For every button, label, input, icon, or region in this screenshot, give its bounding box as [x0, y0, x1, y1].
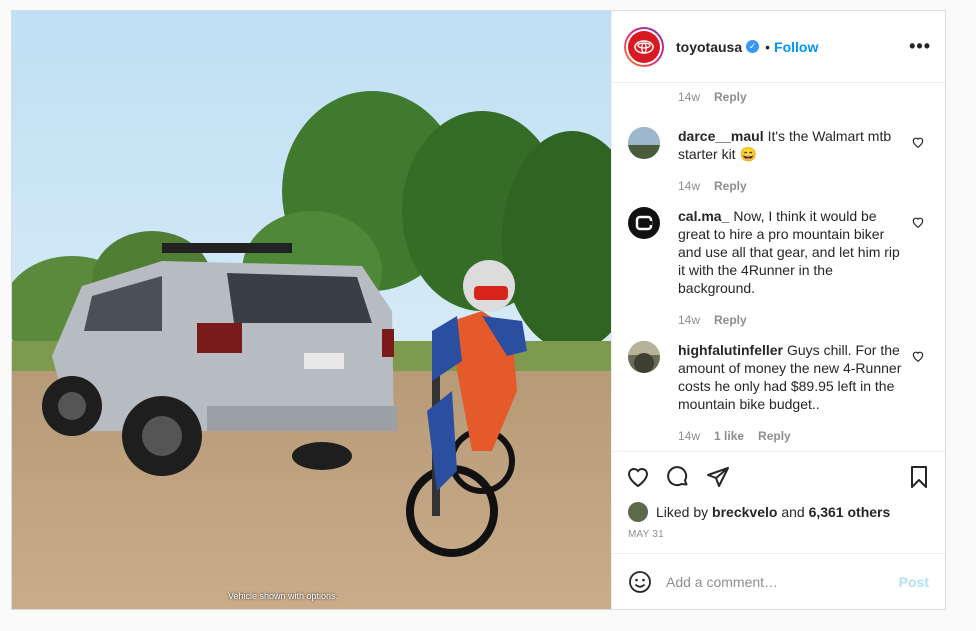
comment-username[interactable]: darce__maul: [678, 128, 764, 144]
likes-summary: Liked by breckvelo and 6,361 others: [612, 501, 945, 523]
comment-item: cal.ma_ Now, I think it would be great to…: [628, 207, 929, 297]
comment-meta: 14w Reply: [628, 83, 929, 127]
like-comment-icon[interactable]: [911, 135, 925, 149]
post-image[interactable]: Vehicle shown with options.: [12, 11, 611, 609]
profile-avatar[interactable]: [624, 26, 664, 67]
comment-meta: 14w Reply: [628, 163, 929, 207]
comment-item: highfalutinfeller Guys chill. For the amo…: [628, 341, 929, 413]
post-date: MAY 31: [628, 529, 664, 540]
like-comment-icon[interactable]: [911, 349, 925, 363]
liker-avatar[interactable]: [628, 502, 648, 522]
comment-username[interactable]: highfalutinfeller: [678, 342, 783, 358]
comments-list[interactable]: 14w Reply darce__maul It's the Walmart mt…: [612, 83, 945, 451]
post-username[interactable]: toyotausa: [676, 39, 742, 55]
comment-meta: 14w Reply: [628, 297, 929, 341]
save-bookmark-icon[interactable]: [907, 465, 931, 489]
post-header: toyotausa ✓ • Follow •••: [612, 11, 945, 83]
toyota-logo-icon: [628, 30, 660, 63]
post-sidebar: toyotausa ✓ • Follow ••• 14w Reply darce…: [611, 11, 945, 609]
commenter-avatar[interactable]: [628, 127, 660, 159]
liker-username[interactable]: breckvelo: [712, 504, 777, 520]
reply-button[interactable]: Reply: [714, 313, 747, 341]
emoji-smiley-icon[interactable]: [628, 570, 652, 594]
verified-badge-icon: ✓: [746, 40, 760, 53]
like-heart-icon[interactable]: [626, 465, 650, 489]
like-comment-icon[interactable]: [911, 215, 925, 229]
post-actions: [612, 451, 945, 501]
header-separator: •: [765, 38, 771, 55]
image-caption-overlay: Vehicle shown with options.: [228, 591, 339, 601]
reply-button[interactable]: Reply: [714, 179, 747, 207]
comment-bubble-icon[interactable]: [666, 465, 690, 489]
comment-item: darce__maul It's the Walmart mtb starter …: [628, 127, 929, 163]
follow-button[interactable]: Follow: [774, 39, 818, 55]
reply-button[interactable]: Reply: [714, 90, 747, 127]
post-photo: [12, 11, 611, 609]
reply-button[interactable]: Reply: [758, 429, 791, 443]
post-comment-button[interactable]: Post: [899, 574, 929, 590]
comment-username[interactable]: cal.ma_: [678, 208, 729, 224]
add-comment-bar: Post: [612, 553, 945, 609]
post-card: Vehicle shown with options. toyotausa ✓ …: [11, 10, 946, 610]
more-options-icon[interactable]: •••: [909, 36, 931, 57]
commenter-avatar[interactable]: [628, 207, 660, 239]
comment-meta: 14w 1 like Reply: [678, 429, 791, 443]
add-comment-input[interactable]: [666, 573, 899, 590]
others-likes-link[interactable]: 6,361 others: [809, 504, 891, 520]
comment-likes-count[interactable]: 1 like: [714, 429, 744, 443]
share-paper-plane-icon[interactable]: [706, 465, 730, 489]
commenter-avatar[interactable]: [628, 341, 660, 373]
